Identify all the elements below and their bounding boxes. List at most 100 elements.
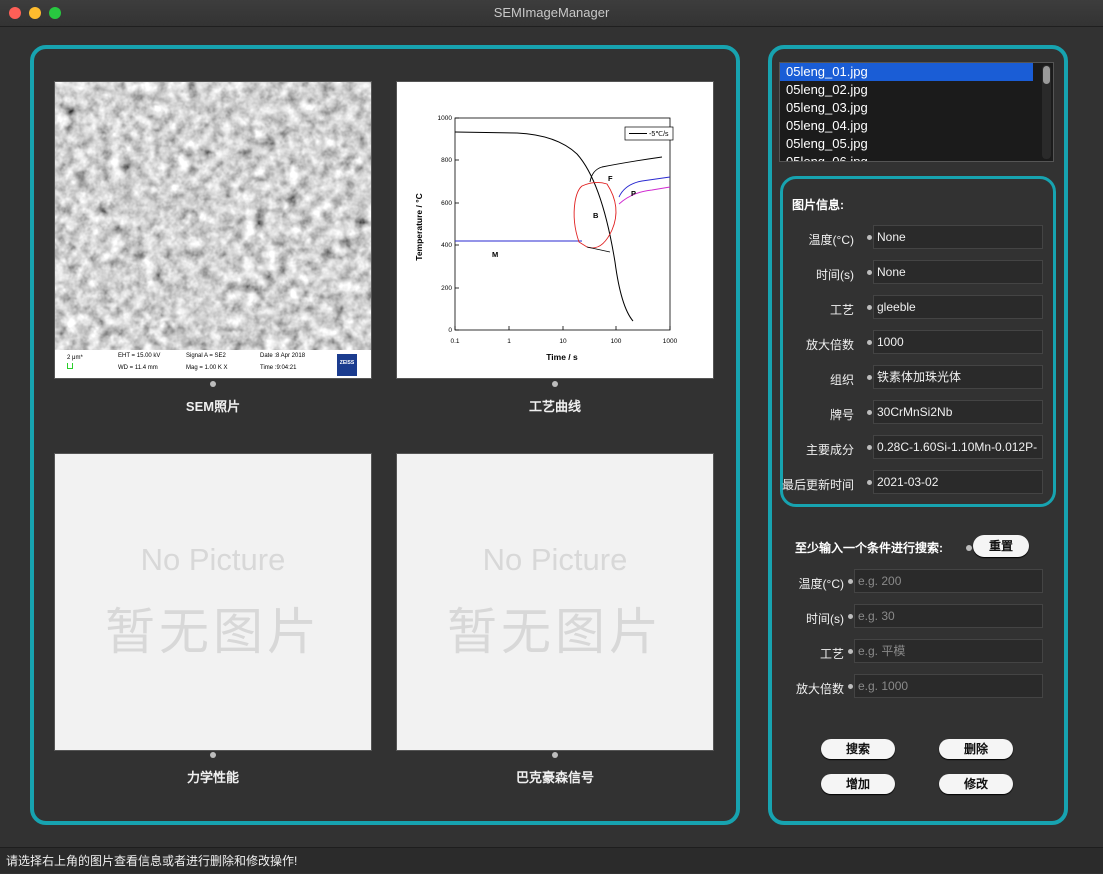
- info-indicator-dot: [867, 305, 872, 310]
- info-label: 最后更新时间: [782, 478, 855, 492]
- ytick-800: 800: [441, 157, 452, 164]
- sem-scalebar: [67, 363, 73, 369]
- ytick-1000: 1000: [438, 115, 453, 122]
- info-indicator-dot: [867, 480, 872, 485]
- info-indicator-dot: [867, 235, 872, 240]
- search-indicator-dot: [848, 579, 853, 584]
- sem-caption: SEM照片: [185, 399, 241, 414]
- scrollbar-thumb[interactable]: [1043, 66, 1050, 84]
- info-label: 温度(°C): [808, 233, 854, 247]
- barkhausen-image[interactable]: No Picture 暂无图片: [396, 453, 714, 751]
- process-curve-image[interactable]: 1000 800 600 400 200 0 0.1 1 10 100 1000…: [396, 81, 714, 379]
- process-caption: 工艺曲线: [528, 399, 581, 414]
- reset-button[interactable]: 重置: [973, 535, 1029, 557]
- search-label: 工艺: [819, 647, 844, 661]
- sem-wd: WD = 11.4 mm: [118, 365, 158, 371]
- sem-time: Time :9:04:21: [260, 365, 297, 371]
- sem-databar: 2 μm* EHT = 15.00 kV WD = 11.4 mm Signal…: [55, 350, 371, 378]
- zeiss-logo: ZEISS: [337, 354, 357, 376]
- title-bar: SEMImageManager: [0, 0, 1103, 27]
- search-input[interactable]: [854, 674, 1043, 698]
- label-f: F: [608, 174, 613, 183]
- sem-date: Date :8 Apr 2018: [260, 353, 306, 359]
- list-item[interactable]: 05leng_05.jpg: [780, 135, 1033, 153]
- barkhausen-caption: 巴克豪森信号: [515, 770, 594, 785]
- sem-eht: EHT = 15.00 kV: [118, 353, 161, 359]
- mechanical-image[interactable]: No Picture 暂无图片: [54, 453, 372, 751]
- info-title: 图片信息:: [792, 198, 844, 212]
- search-input[interactable]: [854, 604, 1043, 628]
- delete-button[interactable]: 删除: [939, 739, 1013, 759]
- sem-signal: Signal A = SE2: [186, 353, 226, 359]
- window-title: SEMImageManager: [493, 5, 610, 20]
- search-title: 至少输入一个条件进行搜索:: [795, 541, 943, 555]
- search-label: 温度(°C): [798, 577, 844, 591]
- info-value-field[interactable]: 0.28C-1.60Si-1.10Mn-0.012P-: [873, 435, 1043, 459]
- barkhausen-indicator-dot: [552, 752, 558, 758]
- xtick-1: 1: [507, 338, 511, 345]
- pearlite-line-blue: [618, 176, 671, 198]
- search-indicator-dot: [848, 649, 853, 654]
- cct-diagram: 1000 800 600 400 200 0 0.1 1 10 100 1000…: [414, 115, 678, 362]
- xtick-10: 10: [559, 338, 567, 345]
- info-label: 主要成分: [805, 443, 854, 457]
- list-item[interactable]: 05leng_02.jpg: [780, 81, 1033, 99]
- info-value-field[interactable]: 2021-03-02: [873, 470, 1043, 494]
- info-value-field[interactable]: gleeble: [873, 295, 1043, 319]
- info-indicator-dot: [867, 410, 872, 415]
- info-label: 时间(s): [816, 268, 854, 282]
- label-m: M: [492, 250, 498, 259]
- label-b: B: [593, 211, 599, 220]
- no-picture-text: No Picture: [140, 542, 286, 577]
- sem-scale: 2 μm*: [67, 355, 83, 361]
- add-button[interactable]: 增加: [821, 774, 895, 794]
- x-axis-label: Time / s: [546, 352, 578, 362]
- search-label: 放大倍数: [795, 682, 844, 696]
- sem-image[interactable]: 2 μm* EHT = 15.00 kV WD = 11.4 mm Signal…: [54, 81, 372, 379]
- info-label: 组织: [829, 373, 854, 387]
- search-label: 时间(s): [806, 612, 844, 626]
- sem-indicator-dot: [210, 381, 216, 387]
- no-picture-text: No Picture: [482, 542, 628, 577]
- info-indicator-dot: [867, 340, 872, 345]
- file-list[interactable]: 05leng_01.jpg 05leng_02.jpg 05leng_03.jp…: [779, 62, 1054, 162]
- info-label: 牌号: [829, 408, 854, 422]
- mechanical-caption: 力学性能: [186, 770, 239, 785]
- search-input[interactable]: [854, 569, 1043, 593]
- no-picture-cn-text: 暂无图片: [105, 604, 321, 660]
- legend-label: -5℃/s: [649, 131, 669, 138]
- mechanical-indicator-dot: [210, 752, 216, 758]
- file-list-scrollbar[interactable]: [1042, 65, 1051, 159]
- sem-micrograph: [55, 82, 371, 352]
- sem-mag: Mag = 1.00 K X: [186, 365, 228, 371]
- cooling-curve: [454, 131, 634, 322]
- pearlite-line-magenta: [618, 186, 671, 205]
- search-input[interactable]: [854, 639, 1043, 663]
- search-button[interactable]: 搜索: [821, 739, 895, 759]
- info-label: 放大倍数: [805, 338, 854, 352]
- ytick-200: 200: [441, 285, 452, 292]
- process-indicator-dot: [552, 381, 558, 387]
- search-indicator-dot: [848, 684, 853, 689]
- list-item[interactable]: 05leng_01.jpg: [780, 63, 1033, 81]
- edit-button[interactable]: 修改: [939, 774, 1013, 794]
- info-value-field[interactable]: 1000: [873, 330, 1043, 354]
- reset-indicator-dot: [966, 545, 972, 551]
- info-label: 工艺: [829, 303, 854, 317]
- list-item[interactable]: 05leng_03.jpg: [780, 99, 1033, 117]
- info-value-field[interactable]: 铁素体加珠光体: [873, 365, 1043, 389]
- info-value-field[interactable]: 30CrMnSi2Nb: [873, 400, 1043, 424]
- list-item[interactable]: 05leng_06.jpg: [780, 153, 1033, 161]
- info-indicator-dot: [867, 445, 872, 450]
- ytick-400: 400: [441, 242, 452, 249]
- list-item[interactable]: 05leng_04.jpg: [780, 117, 1033, 135]
- y-axis-label: Temperature / °C: [414, 193, 424, 260]
- xtick-100: 100: [611, 338, 622, 345]
- info-value-field[interactable]: None: [873, 260, 1043, 284]
- ytick-0: 0: [448, 327, 452, 334]
- info-indicator-dot: [867, 270, 872, 275]
- info-value-field[interactable]: None: [873, 225, 1043, 249]
- search-indicator-dot: [848, 614, 853, 619]
- xtick-0.1: 0.1: [450, 338, 459, 345]
- ferrite-line: [589, 156, 663, 183]
